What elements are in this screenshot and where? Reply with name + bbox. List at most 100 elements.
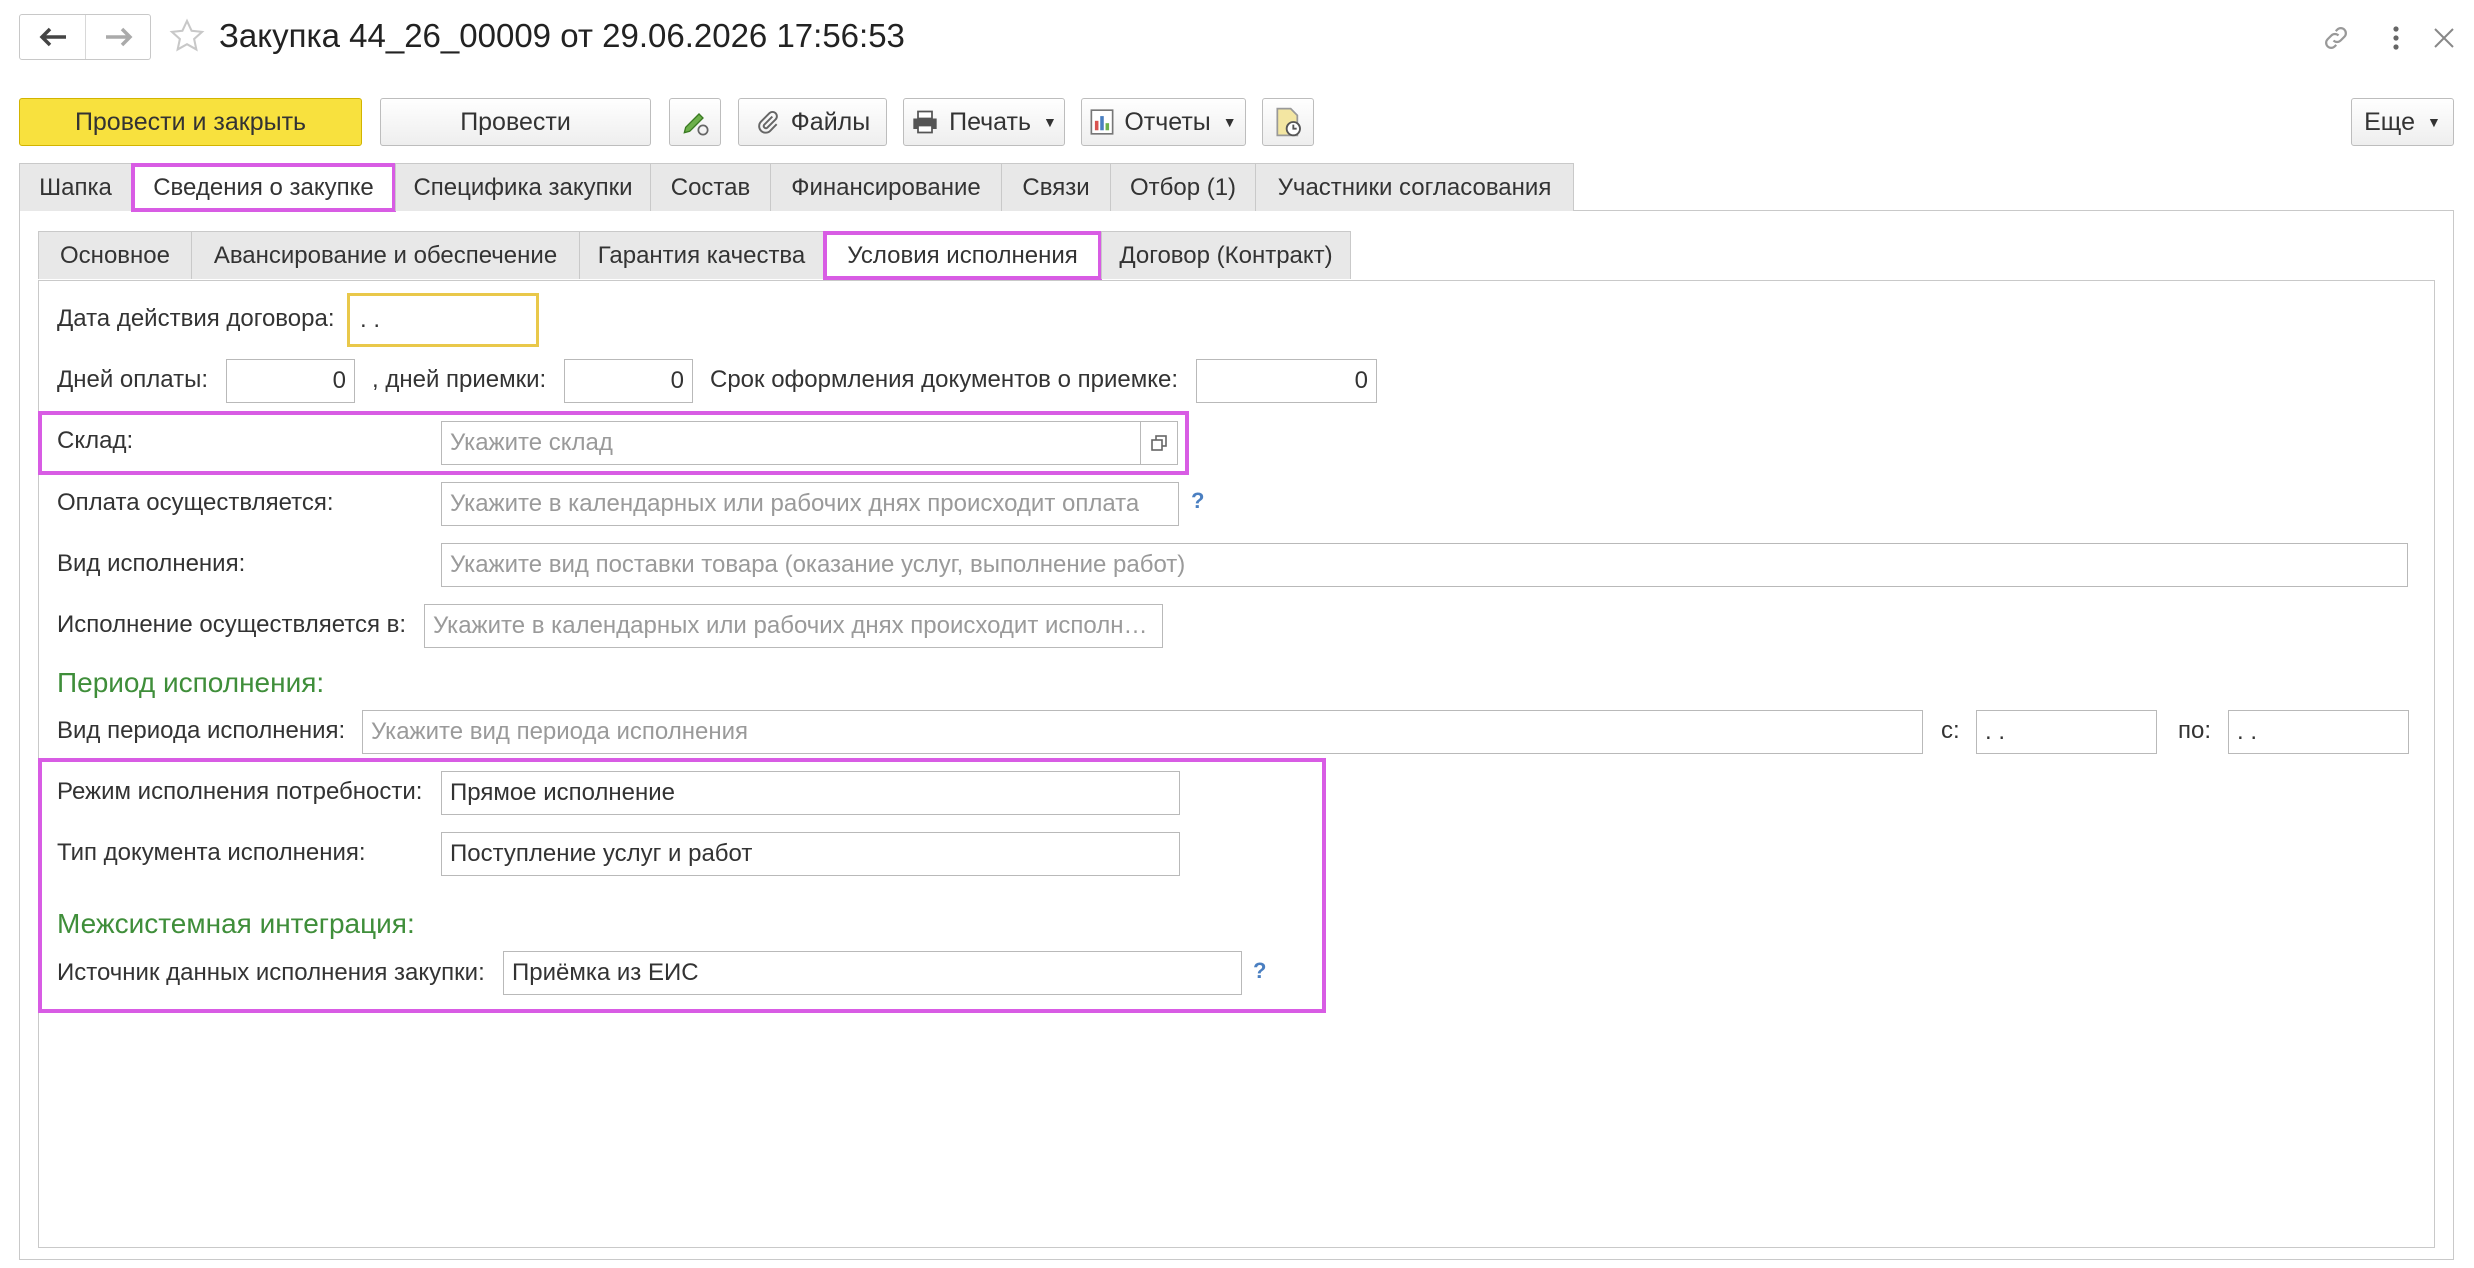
need-mode-label: Режим исполнения потребности:: [57, 778, 423, 805]
open-window-icon: [1151, 435, 1167, 451]
files-label: Файлы: [790, 107, 871, 136]
warehouse-input[interactable]: Укажите склад: [441, 421, 1141, 465]
tab-label: Основное: [60, 241, 170, 269]
document-settings-button[interactable]: [1262, 98, 1314, 146]
back-button[interactable]: [20, 15, 86, 59]
dropdown-arrow-icon: ▼: [1043, 114, 1057, 130]
subtab-basic[interactable]: Основное: [38, 231, 192, 279]
acceptance-days-label: , дней приемки:: [372, 366, 547, 393]
subtab-quality-guarantee[interactable]: Гарантия качества: [579, 231, 824, 279]
input-value: 0: [1354, 367, 1368, 394]
tab-label: Финансирование: [791, 173, 981, 201]
tab-label: Отбор (1): [1129, 173, 1237, 201]
post-and-close-label: Провести и закрыть: [74, 107, 307, 136]
files-button[interactable]: Файлы: [738, 98, 887, 146]
contract-date-label: Дата действия договора:: [57, 305, 335, 332]
dropdown-arrow-icon: ▼: [1222, 114, 1237, 130]
tab-purchase-info[interactable]: Сведения о закупке: [131, 163, 396, 212]
arrow-left-icon: [39, 27, 66, 47]
dropdown-arrow-icon: ▼: [2427, 114, 2441, 130]
input-placeholder: Укажите в календарных или рабочих днях п…: [433, 612, 1148, 639]
execution-kind-label: Вид исполнения:: [57, 550, 246, 577]
doc-type-label: Тип документа исполнения:: [57, 839, 366, 866]
execution-kind-input[interactable]: Укажите вид поставки товара (оказание ус…: [441, 543, 2408, 587]
payment-days-input[interactable]: 0: [226, 359, 355, 403]
document-clock-icon: [1276, 107, 1301, 137]
subtab-execution-conditions[interactable]: Условия исполнения: [823, 231, 1102, 280]
tab-filter[interactable]: Отбор (1): [1110, 163, 1256, 211]
more-label: Еще: [2364, 107, 2415, 136]
tab-financing[interactable]: Финансирование: [770, 163, 1002, 211]
period-from-input[interactable]: . .: [1976, 710, 2157, 754]
tab-approval-participants[interactable]: Участники согласования: [1255, 163, 1574, 211]
need-mode-input[interactable]: Прямое исполнение: [441, 771, 1180, 815]
period-kind-label: Вид периода исполнения:: [57, 717, 346, 744]
print-button[interactable]: Печать ▼: [903, 98, 1065, 146]
tab-composition[interactable]: Состав: [650, 163, 771, 211]
input-value: . .: [1985, 718, 2006, 745]
input-value: Поступление услуг и работ: [450, 840, 753, 867]
post-label: Провести: [460, 107, 571, 136]
main-tabs: Шапка Сведения о закупке Специфика закуп…: [19, 163, 1574, 212]
arrow-right-icon: [105, 27, 132, 47]
tab-label: Договор (Контракт): [1119, 241, 1333, 269]
input-placeholder: Укажите в календарных или рабочих днях п…: [450, 490, 1140, 517]
forward-button[interactable]: [86, 15, 151, 59]
tab-label: Участники согласования: [1277, 173, 1552, 201]
close-icon[interactable]: [2428, 22, 2460, 54]
tab-links[interactable]: Связи: [1001, 163, 1111, 211]
acceptance-days-input[interactable]: 0: [564, 359, 693, 403]
input-value: 0: [670, 367, 684, 394]
warehouse-label: Склад:: [57, 427, 134, 454]
period-kind-input[interactable]: Укажите вид периода исполнения: [362, 710, 1923, 754]
contract-date-input[interactable]: . .: [352, 298, 534, 342]
input-value: . .: [360, 306, 381, 333]
subtab-contract[interactable]: Договор (Контракт): [1101, 231, 1351, 279]
period-section-title: Период исполнения:: [57, 667, 325, 698]
tab-header[interactable]: Шапка: [19, 163, 132, 211]
post-button[interactable]: Провести: [380, 98, 651, 146]
integration-section-title: Межсистемная интеграция:: [57, 908, 415, 939]
tab-label: Специфика закупки: [413, 173, 633, 201]
source-help-icon[interactable]: ?: [1253, 958, 1266, 984]
source-input[interactable]: Приёмка из ЕИС: [503, 951, 1242, 995]
post-and-close-button[interactable]: Провести и закрыть: [19, 98, 362, 146]
tab-label: Связи: [1022, 173, 1090, 201]
sub-tabs: Основное Авансирование и обеспечение Гар…: [38, 231, 1351, 280]
navigation-buttons: [19, 14, 151, 60]
more-vertical-icon[interactable]: [2380, 22, 2412, 54]
tab-label: Условия исполнения: [847, 242, 1078, 269]
tab-label: Шапка: [39, 173, 112, 201]
link-icon[interactable]: [2320, 22, 2352, 54]
input-placeholder: Укажите склад: [450, 429, 613, 456]
doc-term-label: Срок оформления документов о приемке:: [710, 366, 1178, 393]
more-button[interactable]: Еще ▼: [2351, 98, 2454, 146]
page-title: Закупка 44_26_00009 от 29.06.2026 17:56:…: [219, 17, 905, 54]
tab-purchase-specifics[interactable]: Специфика закупки: [395, 163, 651, 211]
tab-label: Авансирование и обеспечение: [213, 241, 558, 269]
tab-label: Сведения о закупке: [153, 174, 374, 201]
period-from-label: с:: [1941, 717, 1960, 744]
printer-icon: [913, 110, 937, 134]
favorite-star-icon[interactable]: [168, 17, 208, 57]
print-label: Печать: [949, 107, 1032, 136]
reports-button[interactable]: Отчеты ▼: [1081, 98, 1246, 146]
input-value: 0: [332, 367, 346, 394]
doc-term-input[interactable]: 0: [1196, 359, 1377, 403]
input-value: Прямое исполнение: [450, 779, 676, 806]
paperclip-icon: [758, 110, 778, 134]
edit-document-button[interactable]: [669, 98, 721, 146]
pencil-document-icon: [683, 113, 709, 136]
doc-type-input[interactable]: Поступление услуг и работ: [441, 832, 1180, 876]
payment-mode-help-icon[interactable]: ?: [1191, 488, 1204, 514]
period-to-input[interactable]: . .: [2228, 710, 2409, 754]
tab-label: Гарантия качества: [597, 241, 806, 269]
warehouse-open-button[interactable]: [1140, 421, 1178, 465]
payment-mode-label: Оплата осуществляется:: [57, 489, 334, 516]
input-placeholder: Укажите вид периода исполнения: [371, 718, 748, 745]
subtab-advance-and-security[interactable]: Авансирование и обеспечение: [191, 231, 580, 279]
execution-in-input[interactable]: Укажите в календарных или рабочих днях п…: [424, 604, 1163, 648]
payment-mode-input[interactable]: Укажите в календарных или рабочих днях п…: [441, 482, 1179, 526]
period-to-label: по:: [2178, 717, 2212, 744]
input-placeholder: Укажите вид поставки товара (оказание ус…: [450, 551, 1186, 578]
